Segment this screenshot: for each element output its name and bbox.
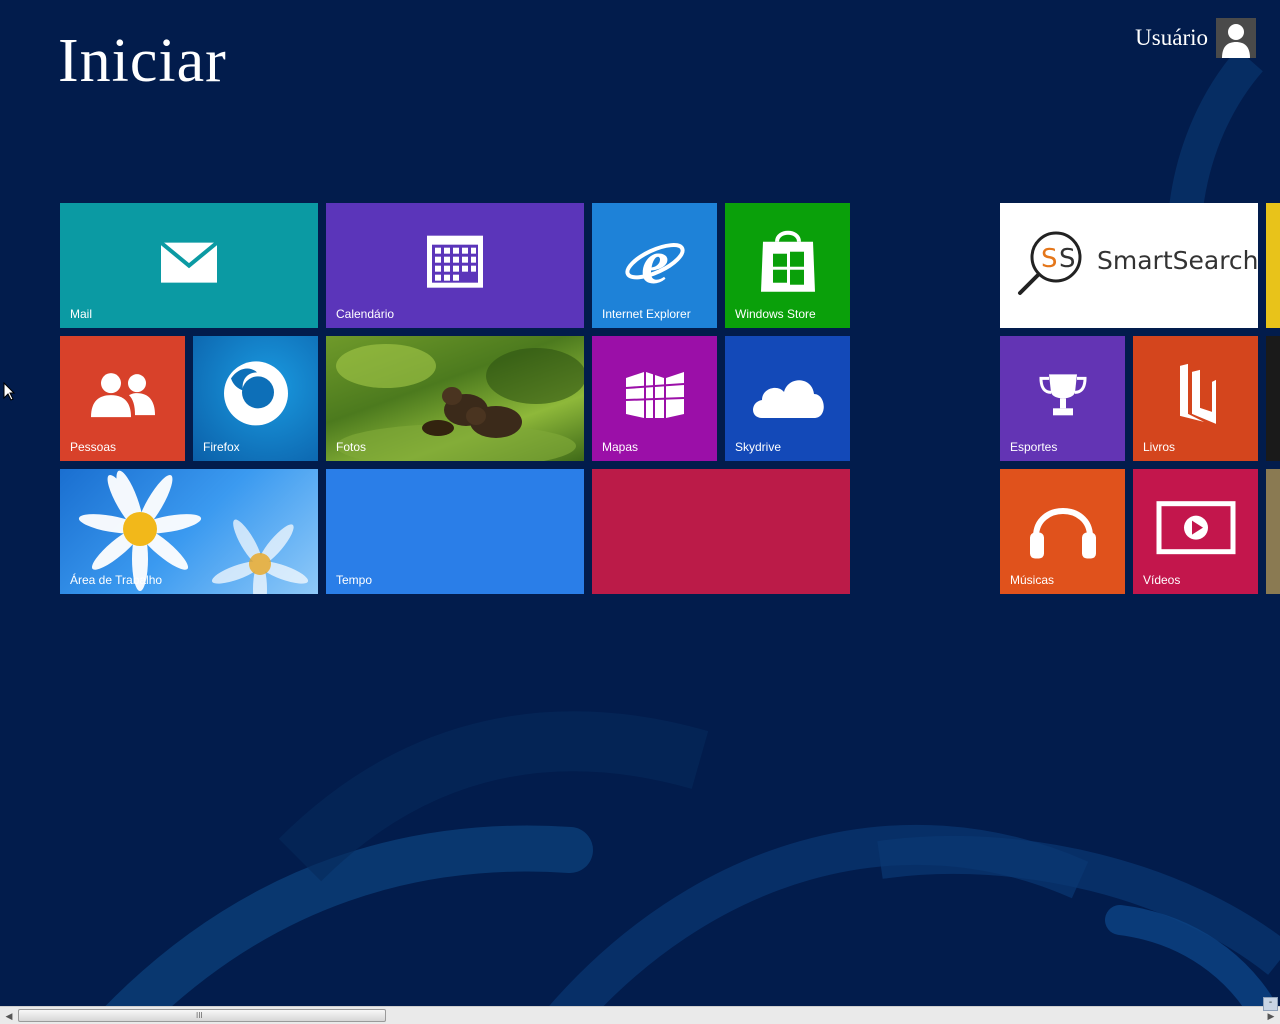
tile-label: Área de Trabalho — [70, 573, 163, 587]
tile-label: Internet Explorer — [602, 307, 691, 321]
tile-label: Fotos — [336, 440, 367, 454]
tile-skydrive[interactable]: Skydrive — [725, 336, 850, 461]
tile-internet-explorer[interactable]: e Internet Explorer — [592, 203, 717, 328]
mail-icon — [160, 241, 218, 283]
svg-text:e: e — [641, 231, 669, 291]
firefox-icon — [223, 360, 288, 425]
user-silhouette-icon — [1222, 24, 1250, 58]
horizontal-scrollbar[interactable]: ◀ III ▶ - — [0, 997, 1280, 1024]
tile-calendario[interactable]: Calendário — [326, 203, 584, 328]
tile-label: Músicas — [1010, 573, 1055, 587]
svg-text:S: S — [1041, 244, 1058, 274]
tile-partial-photo[interactable] — [1266, 469, 1280, 594]
tile-livros[interactable]: Livros — [1133, 336, 1258, 461]
tile-videos[interactable]: Vídeos — [1133, 469, 1258, 594]
magnifier-logo-icon: S S — [1018, 231, 1082, 295]
tile-label: Pessoas — [70, 440, 117, 454]
tile-label: Esportes — [1010, 440, 1058, 454]
trophy-icon — [1038, 373, 1087, 415]
page-title: Iniciar — [58, 27, 227, 95]
calendar-icon — [427, 235, 483, 288]
tile-label: Calendário — [336, 307, 395, 321]
map-icon — [625, 371, 684, 418]
tile-label: Mapas — [602, 440, 639, 454]
tile-windows-store[interactable]: Windows Store — [725, 203, 850, 328]
internet-explorer-icon: e — [624, 231, 685, 291]
tile-label: Livros — [1143, 440, 1176, 454]
tile-mail[interactable]: Mail — [60, 203, 318, 328]
people-icon — [90, 372, 155, 417]
semantic-zoom-button[interactable]: - — [1263, 997, 1278, 1011]
tile-label: Mail — [70, 307, 93, 321]
cloud-icon — [752, 379, 824, 418]
books-icon — [1179, 363, 1216, 424]
tile-tempo[interactable]: Tempo — [326, 469, 584, 594]
tile-fotos[interactable]: Fotos — [326, 336, 584, 461]
scroll-left-icon[interactable]: ◀ — [2, 1009, 16, 1023]
tile-area-de-trabalho[interactable]: Área de Trabalho — [60, 469, 318, 594]
shopping-bag-icon — [760, 230, 815, 292]
user-name: Usuário — [1135, 25, 1208, 50]
tile-label: Tempo — [336, 573, 373, 587]
video-icon — [1156, 500, 1235, 554]
tile-pessoas[interactable]: Pessoas — [60, 336, 185, 461]
tile-musicas[interactable]: Músicas — [1000, 469, 1125, 594]
start-screen: Iniciar Usuário Mail Calendário e Intern… — [0, 0, 1280, 1024]
tile-label: Skydrive — [735, 440, 782, 454]
tile-label: Windows Store — [735, 307, 816, 321]
tile-smartsearch[interactable]: S S SmartSearch — [1000, 203, 1258, 328]
tile-label: Firefox — [203, 440, 240, 454]
mouse-cursor-icon — [3, 382, 15, 401]
user-account[interactable]: Usuário — [1135, 18, 1256, 58]
svg-text:S: S — [1059, 244, 1076, 274]
tile-firefox[interactable]: Firefox — [193, 336, 318, 461]
smartsearch-label: SmartSearch — [1097, 246, 1258, 275]
tile-mapas[interactable]: Mapas — [592, 336, 717, 461]
tile-unnamed-red[interactable] — [592, 469, 850, 594]
scroll-thumb[interactable]: III — [18, 1009, 386, 1022]
thumb-grip: III — [196, 1011, 203, 1020]
headphones-icon — [1029, 507, 1096, 559]
tile-partial-yellow[interactable] — [1266, 203, 1280, 328]
tile-label: Vídeos — [1143, 573, 1181, 587]
avatar — [1216, 18, 1256, 58]
scroll-right-icon[interactable]: ▶ — [1264, 1009, 1278, 1023]
tile-esportes[interactable]: Esportes — [1000, 336, 1125, 461]
tile-partial-dark[interactable] — [1266, 336, 1280, 461]
